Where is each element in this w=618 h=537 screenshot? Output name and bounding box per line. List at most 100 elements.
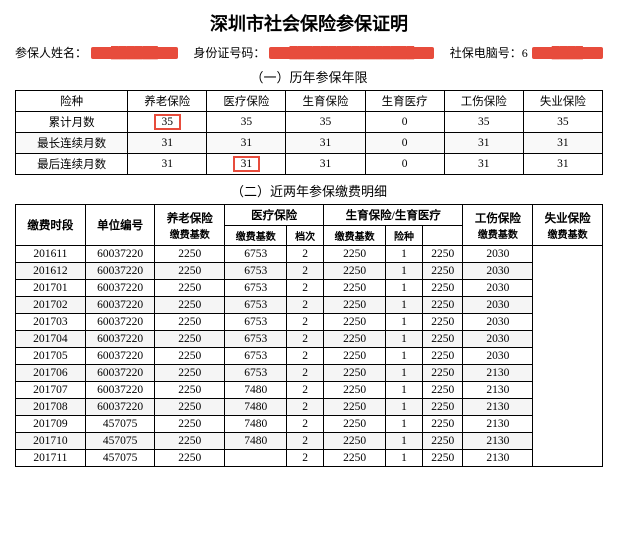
col-danwei-bianhao: 单位编号 (85, 205, 155, 246)
detail-cell: 2250 (324, 314, 386, 331)
detail-cell: 2030 (463, 263, 533, 280)
col-shengyu-group: 生育保险/生育医疗 (324, 205, 463, 226)
upper-cell: 31 (207, 154, 286, 175)
person-value: ██████ (91, 47, 178, 59)
upper-cell: 0 (365, 133, 444, 154)
detail-cell: 2250 (324, 399, 386, 416)
upper-table-row: 最后连续月数31313103131 (16, 154, 603, 175)
detail-cell: 2 (287, 246, 324, 263)
upper-table-header: 险种 养老保险 医疗保险 生育保险 生育医疗 工伤保险 失业保险 (16, 91, 603, 112)
detail-cell: 2250 (155, 382, 225, 399)
detail-cell: 201710 (16, 433, 86, 450)
detail-cell: 60037220 (85, 280, 155, 297)
detail-table: 缴费时段 单位编号 养老保险缴费基数 医疗保险 生育保险/生育医疗 工伤保险缴费… (15, 204, 603, 467)
detail-cell: 1 (386, 314, 423, 331)
detail-cell: 201611 (16, 246, 86, 263)
detail-cell: 6753 (225, 314, 287, 331)
upper-cell: 31 (286, 133, 365, 154)
detail-cell: 457075 (85, 450, 155, 467)
detail-cell: 2030 (463, 280, 533, 297)
detail-cell: 1 (386, 348, 423, 365)
detail-cell: 6753 (225, 246, 287, 263)
col-shiye: 失业保险 (523, 91, 602, 112)
detail-cell: 1 (386, 297, 423, 314)
detail-cell: 60037220 (85, 263, 155, 280)
detail-cell: 201612 (16, 263, 86, 280)
detail-cell: 2130 (463, 416, 533, 433)
detail-cell: 2130 (463, 433, 533, 450)
detail-cell: 2250 (324, 297, 386, 314)
detail-cell: 2130 (463, 382, 533, 399)
detail-cell: 2250 (422, 348, 463, 365)
detail-table-row: 201612600372202250675322250122502030 (16, 263, 603, 280)
detail-cell: 2130 (463, 399, 533, 416)
computer-info: 社保电脑号：6 ████ (450, 44, 603, 61)
detail-cell: 1 (386, 331, 423, 348)
detail-cell: 2250 (422, 331, 463, 348)
detail-cell: 2250 (155, 450, 225, 467)
detail-cell: 1 (386, 263, 423, 280)
detail-table-row: 201711457075225022250122502130 (16, 450, 603, 467)
detail-cell: 2250 (324, 246, 386, 263)
detail-col-group-row: 缴费时段 单位编号 养老保险缴费基数 医疗保险 生育保险/生育医疗 工伤保险缴费… (16, 205, 603, 226)
detail-cell: 2250 (324, 280, 386, 297)
col-yanglao-header: 养老保险缴费基数 (155, 205, 225, 246)
col-yiliao-dang: 档次 (287, 226, 324, 246)
detail-cell: 201705 (16, 348, 86, 365)
person-info: 参保人姓名： ██████ (15, 44, 178, 61)
detail-cell: 2 (287, 450, 324, 467)
detail-cell: 1 (386, 399, 423, 416)
detail-cell: 6753 (225, 365, 287, 382)
detail-cell: 2250 (155, 297, 225, 314)
detail-cell: 2250 (324, 263, 386, 280)
col-gongshang: 工伤保险 (444, 91, 523, 112)
detail-cell: 2250 (324, 416, 386, 433)
detail-cell: 6753 (225, 331, 287, 348)
detail-cell: 2030 (463, 297, 533, 314)
row-label: 累计月数 (16, 112, 128, 133)
detail-cell: 201706 (16, 365, 86, 382)
detail-cell: 60037220 (85, 365, 155, 382)
detail-cell: 2 (287, 263, 324, 280)
detail-cell: 2 (287, 433, 324, 450)
detail-table-row: 201701600372202250675322250122502030 (16, 280, 603, 297)
upper-cell: 31 (128, 154, 207, 175)
detail-cell: 201711 (16, 450, 86, 467)
detail-cell: 2250 (324, 348, 386, 365)
upper-cell: 35 (444, 112, 523, 133)
upper-cell: 31 (286, 154, 365, 175)
upper-cell: 31 (444, 154, 523, 175)
detail-cell: 2 (287, 348, 324, 365)
upper-cell: 0 (365, 154, 444, 175)
detail-cell: 201709 (16, 416, 86, 433)
detail-cell: 7480 (225, 416, 287, 433)
detail-table-row: 2017104570752250748022250122502130 (16, 433, 603, 450)
detail-cell: 2250 (324, 450, 386, 467)
upper-cell: 31 (523, 133, 602, 154)
detail-cell: 7480 (225, 399, 287, 416)
detail-cell: 2250 (422, 365, 463, 382)
id-info: 身份证号码： ████████████████ (193, 44, 434, 61)
col-jiaofei-shiduan: 缴费时段 (16, 205, 86, 246)
col-yiliao: 医疗保险 (207, 91, 286, 112)
detail-cell: 1 (386, 433, 423, 450)
detail-cell: 2 (287, 331, 324, 348)
detail-table-row: 201705600372202250675322250122502030 (16, 348, 603, 365)
detail-cell: 2250 (155, 280, 225, 297)
detail-cell: 2030 (463, 246, 533, 263)
detail-cell: 60037220 (85, 314, 155, 331)
detail-cell: 60037220 (85, 297, 155, 314)
upper-cell: 31 (444, 133, 523, 154)
detail-cell: 1 (386, 416, 423, 433)
id-value: ████████████████ (269, 47, 434, 59)
upper-cell: 35 (128, 112, 207, 133)
detail-cell: 2250 (422, 450, 463, 467)
detail-table-row: 201704600372202250675322250122502030 (16, 331, 603, 348)
detail-cell: 2250 (422, 382, 463, 399)
detail-cell: 2030 (463, 348, 533, 365)
detail-cell: 6753 (225, 263, 287, 280)
detail-cell: 2030 (463, 314, 533, 331)
detail-table-row: 201611600372202250675322250122502030 (16, 246, 603, 263)
upper-cell: 35 (523, 112, 602, 133)
row-label: 最长连续月数 (16, 133, 128, 154)
